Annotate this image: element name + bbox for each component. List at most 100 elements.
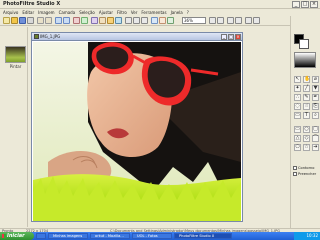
menu-window[interactable]: Janela xyxy=(171,10,183,15)
gamma-icon[interactable] xyxy=(115,17,122,24)
rotate-right-icon[interactable] xyxy=(133,17,140,24)
image-window-title-bar[interactable]: IMG_1.JPG _ □ × xyxy=(32,33,242,41)
text-tool-icon[interactable]: T xyxy=(303,112,310,119)
taskbar-task-photofiltre[interactable]: PhotoFiltre Studio X xyxy=(174,233,232,239)
arrow-select-icon[interactable]: ➔ xyxy=(312,144,319,151)
menu-help[interactable]: ? xyxy=(187,10,189,15)
hand-tool-icon[interactable]: ✋ xyxy=(303,76,310,83)
gradient-palette[interactable] xyxy=(294,52,316,68)
contour-checkbox-box[interactable] xyxy=(293,166,297,170)
image-window: IMG_1.JPG _ □ × xyxy=(31,32,243,222)
fill-checkbox-label: Preencher xyxy=(298,172,317,176)
copy-icon[interactable] xyxy=(55,17,62,24)
smudge-tool-icon[interactable]: ☝ xyxy=(303,103,310,110)
windows-logo-icon xyxy=(2,234,6,238)
menu-adjust[interactable]: Ajustar xyxy=(99,10,113,15)
fill-tool-icon[interactable]: ▼ xyxy=(312,85,319,92)
lasso-select-icon[interactable]: ⌒ xyxy=(312,135,319,142)
photo-canvas[interactable] xyxy=(33,42,241,221)
blur-tool-icon[interactable]: ◌ xyxy=(294,103,301,110)
saturation-icon[interactable] xyxy=(107,17,114,24)
filter-blur-icon[interactable] xyxy=(151,17,158,24)
close-button[interactable]: × xyxy=(310,1,318,8)
brightness-icon[interactable] xyxy=(91,17,98,24)
paste-icon[interactable] xyxy=(63,17,70,24)
image-window-controls: _ □ × xyxy=(221,34,241,40)
star-select-icon[interactable]: ☆ xyxy=(303,144,310,151)
thumbnail-label: Pintar xyxy=(9,64,22,69)
resize-icon[interactable] xyxy=(81,17,88,24)
polygon-select-icon[interactable]: ⬠ xyxy=(294,144,301,151)
filter-sharpen-icon[interactable] xyxy=(159,17,166,24)
photo-image xyxy=(33,42,241,221)
menu-tools[interactable]: Ferramentas xyxy=(141,10,166,15)
pen-tool-icon[interactable]: ✒ xyxy=(312,94,319,101)
menu-image[interactable]: Imagem xyxy=(38,10,54,15)
start-label: Iniciar xyxy=(7,233,25,239)
fit-window-icon[interactable] xyxy=(227,17,234,24)
filter-effect-icon[interactable] xyxy=(167,17,174,24)
new-file-icon[interactable] xyxy=(3,17,10,24)
open-folder-icon[interactable] xyxy=(11,17,18,24)
main-toolbar: 36% xyxy=(0,16,290,26)
print-icon[interactable] xyxy=(27,17,34,24)
spray-tool-icon[interactable]: ∴ xyxy=(294,94,301,101)
menu-file[interactable]: Arquivo xyxy=(3,10,18,15)
taskbar: Iniciar Minhas imagens orkut - Mozilla..… xyxy=(0,232,320,240)
rounded-rect-select-icon[interactable]: ▢ xyxy=(312,126,319,133)
taskbar-task-photos[interactable]: UOL - Fotos xyxy=(132,233,172,239)
redo-icon[interactable] xyxy=(45,17,52,24)
taskbar-quicklaunch[interactable] xyxy=(36,233,46,239)
fill-checkbox[interactable]: Preencher xyxy=(293,172,316,176)
menu-layer[interactable]: Camada xyxy=(59,10,76,15)
maximize-button[interactable]: □ xyxy=(301,1,309,8)
menu-selection[interactable]: Seleção xyxy=(79,10,95,15)
magic-wand-tool-icon[interactable]: ✦ xyxy=(294,85,301,92)
menu-view[interactable]: Ver xyxy=(131,10,138,15)
eyedropper-tool-icon[interactable]: ⌀ xyxy=(312,76,319,83)
undo-icon[interactable] xyxy=(37,17,44,24)
taskbar-task-folder[interactable]: Minhas imagens xyxy=(48,233,88,239)
menu-bar: Arquivo Editar Imagem Camada Seleção Aju… xyxy=(0,9,320,16)
fill-checkbox-box[interactable] xyxy=(293,172,297,176)
background-color-swatch[interactable] xyxy=(299,39,309,49)
eraser-tool-icon[interactable]: ▭ xyxy=(294,112,301,119)
rectangle-select-icon[interactable]: ▭ xyxy=(294,126,301,133)
actual-size-icon[interactable] xyxy=(235,17,242,24)
image-file-icon xyxy=(34,34,39,39)
cascade-windows-icon[interactable] xyxy=(245,17,252,24)
pointer-tool-icon[interactable]: ↖ xyxy=(294,76,301,83)
crop-icon[interactable] xyxy=(73,17,80,24)
contour-checkbox[interactable]: Contorno xyxy=(293,166,314,170)
start-button[interactable]: Iniciar xyxy=(0,232,34,240)
rotate-left-icon[interactable] xyxy=(125,17,132,24)
image-close-button[interactable]: × xyxy=(235,34,241,40)
zoom-in-icon[interactable] xyxy=(209,17,216,24)
line-tool-icon[interactable]: ╱ xyxy=(303,85,310,92)
thumbnail-panel: Pintar xyxy=(2,27,28,227)
contrast-icon[interactable] xyxy=(99,17,106,24)
contour-checkbox-label: Contorno xyxy=(298,166,315,170)
menu-filter[interactable]: Filtro xyxy=(117,10,127,15)
taskbar-task-browser[interactable]: orkut - Mozilla... xyxy=(90,233,130,239)
zoom-tool-icon[interactable]: ⌕ xyxy=(312,112,319,119)
zoom-out-icon[interactable] xyxy=(217,17,224,24)
app-title-bar: PhotoFiltre Studio X _ □ × xyxy=(0,0,320,9)
minimize-button[interactable]: _ xyxy=(292,1,300,8)
ellipse-select-icon[interactable]: ○ xyxy=(303,126,310,133)
zoom-level-field[interactable]: 36% xyxy=(182,17,206,24)
image-minimize-button[interactable]: _ xyxy=(221,34,227,40)
tools-panel: ↖ ✋ ⌀ ✦ ╱ ▼ ∴ ✎ ✒ ◌ ☝ ⎘ ▭ T ⌕ ▭ ○ ▢ △ ◇ … xyxy=(290,16,320,228)
image-window-title: IMG_1.JPG xyxy=(40,34,61,39)
diamond-select-icon[interactable]: ◇ xyxy=(303,135,310,142)
image-maximize-button[interactable]: □ xyxy=(228,34,234,40)
window-controls: _ □ × xyxy=(292,1,318,8)
flip-icon[interactable] xyxy=(141,17,148,24)
image-thumbnail[interactable] xyxy=(5,46,26,63)
clone-tool-icon[interactable]: ⎘ xyxy=(312,103,319,110)
triangle-select-icon[interactable]: △ xyxy=(294,135,301,142)
save-icon[interactable] xyxy=(19,17,26,24)
brush-tool-icon[interactable]: ✎ xyxy=(303,94,310,101)
menu-edit[interactable]: Editar xyxy=(22,10,34,15)
tile-windows-icon[interactable] xyxy=(253,17,260,24)
